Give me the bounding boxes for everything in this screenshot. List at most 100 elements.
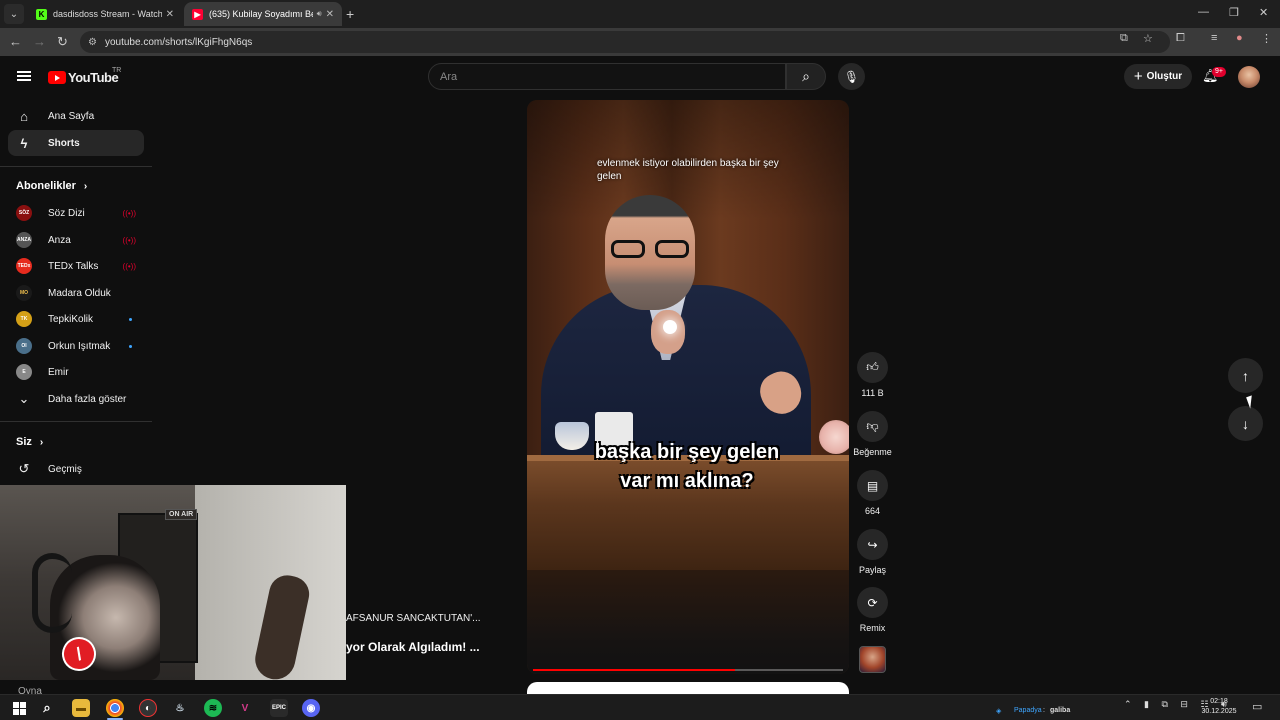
create-button[interactable]: + Oluştur [1124, 64, 1192, 89]
comments-button[interactable]: ▤ [857, 470, 888, 501]
divider [0, 166, 152, 167]
valorant-icon[interactable]: V [236, 699, 254, 717]
bookmark-star-icon[interactable]: ☆ [1143, 32, 1153, 45]
search-input[interactable]: Ara [428, 63, 786, 90]
windows-taskbar: ⌕ ▬ ◐ ♨ ≋ V EPIC ◉ [0, 694, 1280, 720]
chevron-down-icon: ⌄ [18, 391, 30, 406]
discord-icon[interactable]: ◉ [302, 699, 320, 717]
dislike-button[interactable]: 👎︎ [857, 411, 888, 442]
sidebar-item-subscription[interactable]: ANZA Anza ((•)) [8, 227, 144, 253]
close-window-button[interactable]: ✕ [1259, 6, 1268, 19]
chevron-right-icon: › [39, 437, 44, 448]
tray-app-icon[interactable]: ◈ [996, 707, 1001, 715]
sidebar-item-label: Shorts [48, 137, 80, 149]
microphone-icon: 🎙︎ [843, 69, 860, 84]
browser-tab-kick[interactable]: K dasdisdoss Stream - Watch Live ✕ [28, 2, 182, 26]
sidebar-item-label: Söz Dizi [48, 207, 85, 219]
remix-button[interactable]: ⟳ [857, 587, 888, 618]
video-progress-bar[interactable] [533, 669, 843, 671]
back-arrow-icon[interactable]: ← [9, 34, 22, 49]
shorts-video-player[interactable]: evlenmek istiyor olabilirden başka bir ş… [527, 100, 849, 674]
partial-channel-name: AFSANUR SANCAKTUTAN'... [346, 613, 481, 624]
reload-icon[interactable]: ↻ [57, 34, 68, 50]
thumbs-down-icon: 👎︎ [866, 419, 879, 433]
search-icon[interactable]: ⌕ [38, 699, 56, 717]
search-icon: ⌕ [802, 68, 810, 84]
speaker-icon[interactable]: 🔊︎ [317, 9, 322, 19]
url-text: youtube.com/shorts/lKgiFhgN6qs [104, 36, 253, 48]
forward-arrow-icon[interactable]: → [33, 34, 46, 49]
like-button[interactable]: 👍︎ [857, 352, 888, 383]
small-caption: evlenmek istiyor olabilirden başka bir ş… [597, 158, 779, 182]
section-title: Siz [16, 436, 32, 448]
notification-center-icon[interactable]: ▭ [1252, 700, 1262, 713]
youtube-favicon-icon: ▶ [192, 8, 203, 20]
hamburger-menu-icon[interactable] [17, 71, 31, 81]
sidebar-item-label: Emir [48, 366, 69, 378]
new-tab-button[interactable]: + [346, 6, 354, 22]
microphone-light [663, 320, 677, 334]
you-header[interactable]: Siz › [16, 436, 43, 448]
search-button[interactable]: ⌕ [786, 63, 826, 90]
chrome-menu-icon[interactable]: ⋮ [1261, 32, 1272, 45]
close-tab-icon[interactable]: ✕ [166, 9, 174, 20]
sidebar-item-label: Anza [48, 234, 71, 246]
sidebar-item-subscription[interactable]: OI Orkun Işıtmak [8, 333, 144, 359]
share-button[interactable]: ↪ [857, 529, 888, 560]
sidebar-item-label: Daha fazla göster [48, 393, 127, 405]
sidebar-item-show-more[interactable]: ⌄ Daha fazla göster [8, 386, 144, 412]
steam-icon[interactable]: ♨ [171, 699, 189, 717]
extensions-icon[interactable]: ⧠ [1176, 32, 1185, 45]
new-content-dot [129, 317, 132, 321]
sidebar-item-home[interactable]: ⌂ Ana Sayfa [8, 103, 144, 129]
headset [32, 553, 72, 633]
caption-line: başka bir şey gelen [594, 441, 780, 463]
obs-icon[interactable]: ◐ [139, 699, 157, 717]
profile-icon[interactable]: ● [1236, 32, 1243, 44]
account-avatar[interactable] [1238, 66, 1260, 88]
sidebar-item-shorts[interactable]: ϟ Shorts [8, 130, 144, 156]
windows-start-icon[interactable] [10, 699, 28, 717]
country-code: TR [112, 67, 122, 74]
restore-button[interactable]: ❐ [1229, 6, 1239, 19]
logo-text: YouTube [68, 70, 119, 85]
sidebar-item-subscription[interactable]: E Emir [8, 359, 144, 385]
spotify-icon[interactable]: ≋ [204, 699, 222, 717]
voice-search-button[interactable]: 🎙︎ [838, 63, 865, 90]
sidebar-item-subscription[interactable]: SÖZ Söz Dizi ((•)) [8, 200, 144, 226]
address-bar[interactable]: ⚙ youtube.com/shorts/lKgiFhgN6qs [80, 31, 1170, 53]
close-tab-icon[interactable]: ✕ [326, 9, 334, 20]
sidebar-item-history[interactable]: ↺ Geçmiş [8, 456, 144, 482]
channel-avatar: TK [16, 311, 32, 327]
shorts-icon: ϟ [20, 135, 28, 151]
youtube-logo[interactable]: YouTube [48, 70, 119, 85]
site-info-icon[interactable]: ⚙ [88, 37, 97, 48]
notification-badge: 9+ [1212, 67, 1226, 77]
big-caption: başka bir şey gelen var mı aklına? [567, 438, 807, 496]
next-short-preview [527, 682, 849, 694]
next-short-button[interactable]: ↓ [1228, 406, 1263, 441]
epic-games-icon[interactable]: EPIC [270, 699, 288, 717]
system-clock[interactable]: 02:18 30.12.2025 [1200, 697, 1238, 717]
sidebar-item-subscription[interactable]: TK TepkiKolik [8, 306, 144, 332]
sidebar-item-subscription[interactable]: TEDx TEDx Talks ((•)) [8, 253, 144, 279]
sound-thumbnail[interactable] [859, 646, 886, 673]
tab-search-button[interactable]: ⌄ [4, 4, 24, 24]
tray-label: Papadya [1014, 707, 1042, 714]
sidebar-item-label: TEDx Talks [48, 260, 99, 272]
sidebar-item-subscription[interactable]: MO Madara Olduk [8, 280, 144, 306]
comment-icon: ▤ [866, 478, 879, 493]
subscriptions-header[interactable]: Abonelikler › [16, 180, 87, 192]
install-app-icon[interactable]: ⧉ [1120, 32, 1128, 45]
partial-video-title[interactable]: yor Olarak Algıladım! ... [346, 640, 480, 654]
remix-label: Remix [859, 623, 886, 633]
share-label: Paylaş [858, 565, 886, 575]
tab-title: (635) Kubilay Soyadımı Beğ [209, 9, 313, 19]
channel-avatar: OI [16, 338, 32, 354]
previous-short-button[interactable]: ↑ [1228, 358, 1263, 393]
chrome-icon[interactable] [106, 699, 124, 717]
minimize-button[interactable]: — [1198, 6, 1209, 18]
file-explorer-icon[interactable]: ▬ [72, 699, 90, 717]
media-controls-icon[interactable]: ≡ [1211, 32, 1217, 44]
browser-tab-youtube[interactable]: ▶ (635) Kubilay Soyadımı Beğ 🔊︎ ✕ [184, 2, 342, 26]
